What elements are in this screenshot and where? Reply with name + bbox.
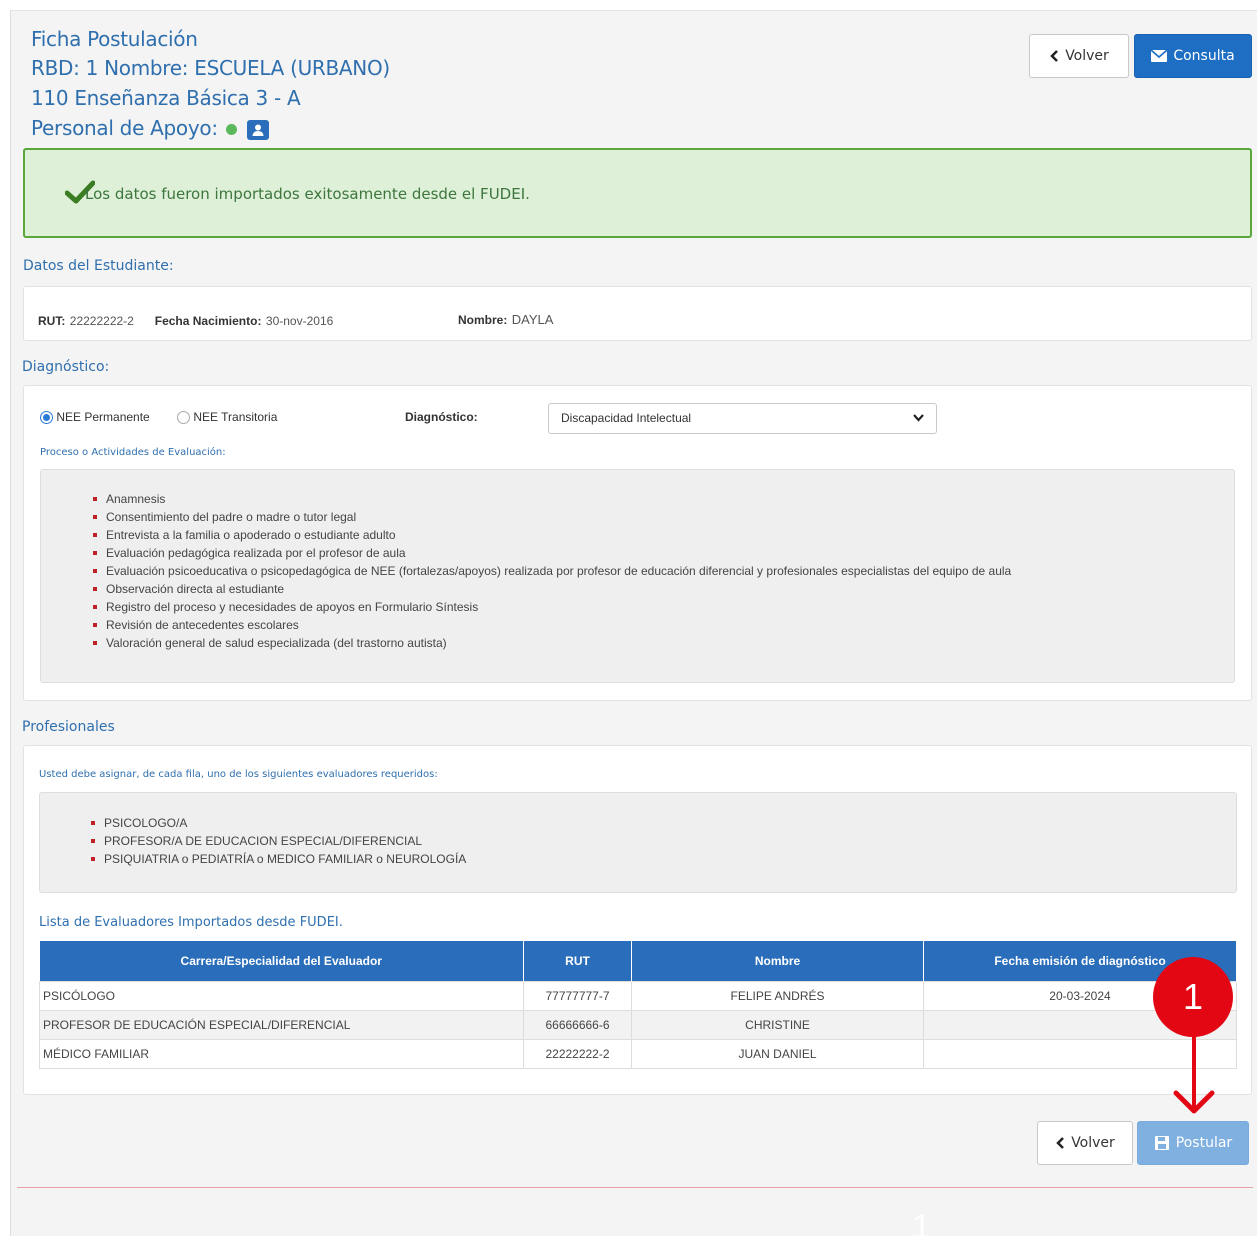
birth-date-value: 30-nov-2016 bbox=[265, 314, 334, 328]
activity-item: Observación directa al estudiante bbox=[92, 580, 1011, 598]
table-cell: 66666666-6 bbox=[523, 1009, 632, 1040]
radio-permanent-control[interactable] bbox=[40, 411, 53, 425]
save-icon bbox=[1154, 1136, 1169, 1150]
apply-button-label: Postular bbox=[1175, 1135, 1233, 1151]
column-header: Carrera/Especialidad del Evaluador bbox=[39, 941, 524, 981]
radio-transitory-label: NEE Transitoria bbox=[193, 410, 278, 424]
chevron-left-icon bbox=[1056, 1137, 1065, 1149]
rut-label: RUT: bbox=[38, 314, 66, 328]
back-button-top[interactable]: Volver bbox=[1029, 34, 1129, 78]
diagnosis-select-label: Diagnóstico: bbox=[405, 410, 478, 424]
table-header-row: Carrera/Especialidad del Evaluador RUT N… bbox=[39, 941, 1237, 981]
professionals-section-title: Profesionales bbox=[22, 719, 115, 735]
activity-item: Revisión de antecedentes escolares bbox=[92, 616, 1011, 634]
success-alert: Los datos fueron importados exitosamente… bbox=[23, 148, 1252, 238]
diagnosis-section-title: Diagnóstico: bbox=[22, 359, 110, 375]
evaluators-list-title: Lista de Evaluadores Importados desde FU… bbox=[39, 915, 343, 930]
student-section-title: Datos del Estudiante: bbox=[23, 258, 174, 274]
consult-button-label: Consulta bbox=[1173, 48, 1235, 64]
required-evaluator-item: PSIQUIATRIA o PEDIATRÍA o MEDICO FAMILIA… bbox=[90, 850, 466, 868]
back-button-bottom[interactable]: Volver bbox=[1037, 1121, 1133, 1165]
table-cell: CHRISTINE bbox=[631, 1009, 924, 1040]
back-button-label: Volver bbox=[1065, 48, 1109, 64]
success-message: Los datos fueron importados exitosamente… bbox=[85, 185, 530, 203]
step-callout-badge: 1 bbox=[1153, 957, 1233, 1037]
divider bbox=[17, 1187, 1253, 1188]
table-cell: 22222222-2 bbox=[523, 1038, 632, 1069]
activity-item: Registro del proceso y necesidades de ap… bbox=[92, 598, 1011, 616]
required-evaluator-item: PROFESOR/A DE EDUCACION ESPECIAL/DIFEREN… bbox=[90, 832, 466, 850]
consult-button[interactable]: Consulta bbox=[1134, 34, 1252, 78]
chevron-left-icon bbox=[1050, 50, 1059, 62]
support-staff-line: Personal de Apoyo: bbox=[31, 115, 269, 141]
activity-item: Evaluación psicoeducativa o psicopedagóg… bbox=[92, 562, 1011, 580]
activity-item: Anamnesis bbox=[92, 490, 1011, 508]
diagnosis-select-value: Discapacidad Intelectual bbox=[561, 411, 692, 425]
activities-list: Anamnesis Consentimiento del padre o madr… bbox=[92, 490, 1011, 652]
school-line: RBD: 1 Nombre: ESCUELA (URBANO) bbox=[31, 56, 390, 80]
activity-item: Entrevista a la familia o apoderado o es… bbox=[92, 526, 1011, 544]
back-button-bottom-label: Volver bbox=[1071, 1135, 1115, 1151]
table-row: PSICÓLOGO 77777777-7 FELIPE ANDRÉS 20-03… bbox=[39, 980, 1237, 1011]
evaluators-table: Carrera/Especialidad del Evaluador RUT N… bbox=[39, 941, 1237, 1069]
table-cell: 77777777-7 bbox=[523, 980, 632, 1011]
activity-item: Evaluación pedagógica realizada por el p… bbox=[92, 544, 1011, 562]
required-evaluators-well: PSICOLOGO/A PROFESOR/A DE EDUCACION ESPEC… bbox=[39, 792, 1237, 893]
name-label: Nombre: bbox=[458, 313, 508, 327]
apply-button[interactable]: Postular bbox=[1137, 1121, 1249, 1165]
process-title: Proceso o Actividades de Evaluación: bbox=[40, 447, 226, 458]
table-row: MÉDICO FAMILIAR 22222222-2 JUAN DANIEL bbox=[39, 1038, 1237, 1069]
user-icon[interactable] bbox=[246, 119, 269, 140]
radio-permanent[interactable]: NEE Permanente bbox=[40, 410, 150, 425]
table-cell: PSICÓLOGO bbox=[39, 980, 524, 1011]
support-staff-label: Personal de Apoyo: bbox=[31, 116, 218, 140]
birth-date-label: Fecha Nacimiento: bbox=[154, 314, 262, 328]
table-cell: PROFESOR DE EDUCACIÓN ESPECIAL/DIFERENCI… bbox=[39, 1009, 524, 1040]
student-info-row: RUT: 22222222-2 Fecha Nacimiento: 30-nov… bbox=[38, 312, 333, 330]
table-cell: JUAN DANIEL bbox=[631, 1038, 924, 1069]
course-line: 110 Enseñanza Básica 3 - A bbox=[31, 86, 301, 110]
arrow-down-icon bbox=[1173, 1035, 1215, 1114]
name-value: DAYLA bbox=[511, 312, 554, 327]
envelope-icon bbox=[1151, 50, 1168, 62]
diagnosis-select[interactable]: Discapacidad Intelectual bbox=[548, 403, 937, 434]
student-panel: RUT: 22222222-2 Fecha Nacimiento: 30-nov… bbox=[23, 286, 1252, 341]
table-cell: FELIPE ANDRÉS bbox=[631, 980, 924, 1011]
column-header: RUT bbox=[523, 941, 632, 981]
page-title: Ficha Postulación bbox=[31, 27, 198, 51]
required-evaluator-item: PSICOLOGO/A bbox=[90, 814, 466, 832]
radio-transitory-control[interactable] bbox=[177, 411, 190, 425]
radio-transitory[interactable]: NEE Transitoria bbox=[177, 410, 278, 425]
required-evaluators-list: PSICOLOGO/A PROFESOR/A DE EDUCACION ESPEC… bbox=[90, 814, 466, 868]
footer-number: 1 bbox=[912, 1208, 931, 1236]
rut-value: 22222222-2 bbox=[69, 314, 134, 328]
radio-permanent-label: NEE Permanente bbox=[56, 410, 150, 424]
chevron-down-icon bbox=[913, 414, 924, 422]
column-header: Nombre bbox=[631, 941, 924, 981]
table-cell: MÉDICO FAMILIAR bbox=[39, 1038, 524, 1069]
activities-well: Anamnesis Consentimiento del padre o madr… bbox=[40, 469, 1235, 683]
student-name-row: Nombre: DAYLA bbox=[458, 311, 553, 329]
activity-item: Consentimiento del padre o madre o tutor… bbox=[92, 508, 1011, 526]
professionals-instruction: Usted debe asignar, de cada fila, uno de… bbox=[39, 769, 438, 780]
status-dot-icon bbox=[225, 124, 237, 135]
table-row: PROFESOR DE EDUCACIÓN ESPECIAL/DIFERENCI… bbox=[39, 1009, 1237, 1040]
activity-item: Valoración general de salud especializad… bbox=[92, 634, 1011, 652]
